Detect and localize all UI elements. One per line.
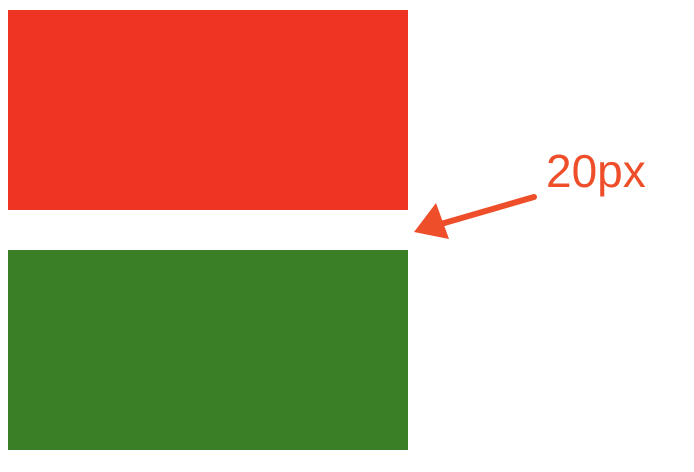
arrow-icon: [414, 194, 537, 239]
arrow-shaft: [431, 194, 537, 229]
annotation-label: 20px: [546, 145, 646, 197]
